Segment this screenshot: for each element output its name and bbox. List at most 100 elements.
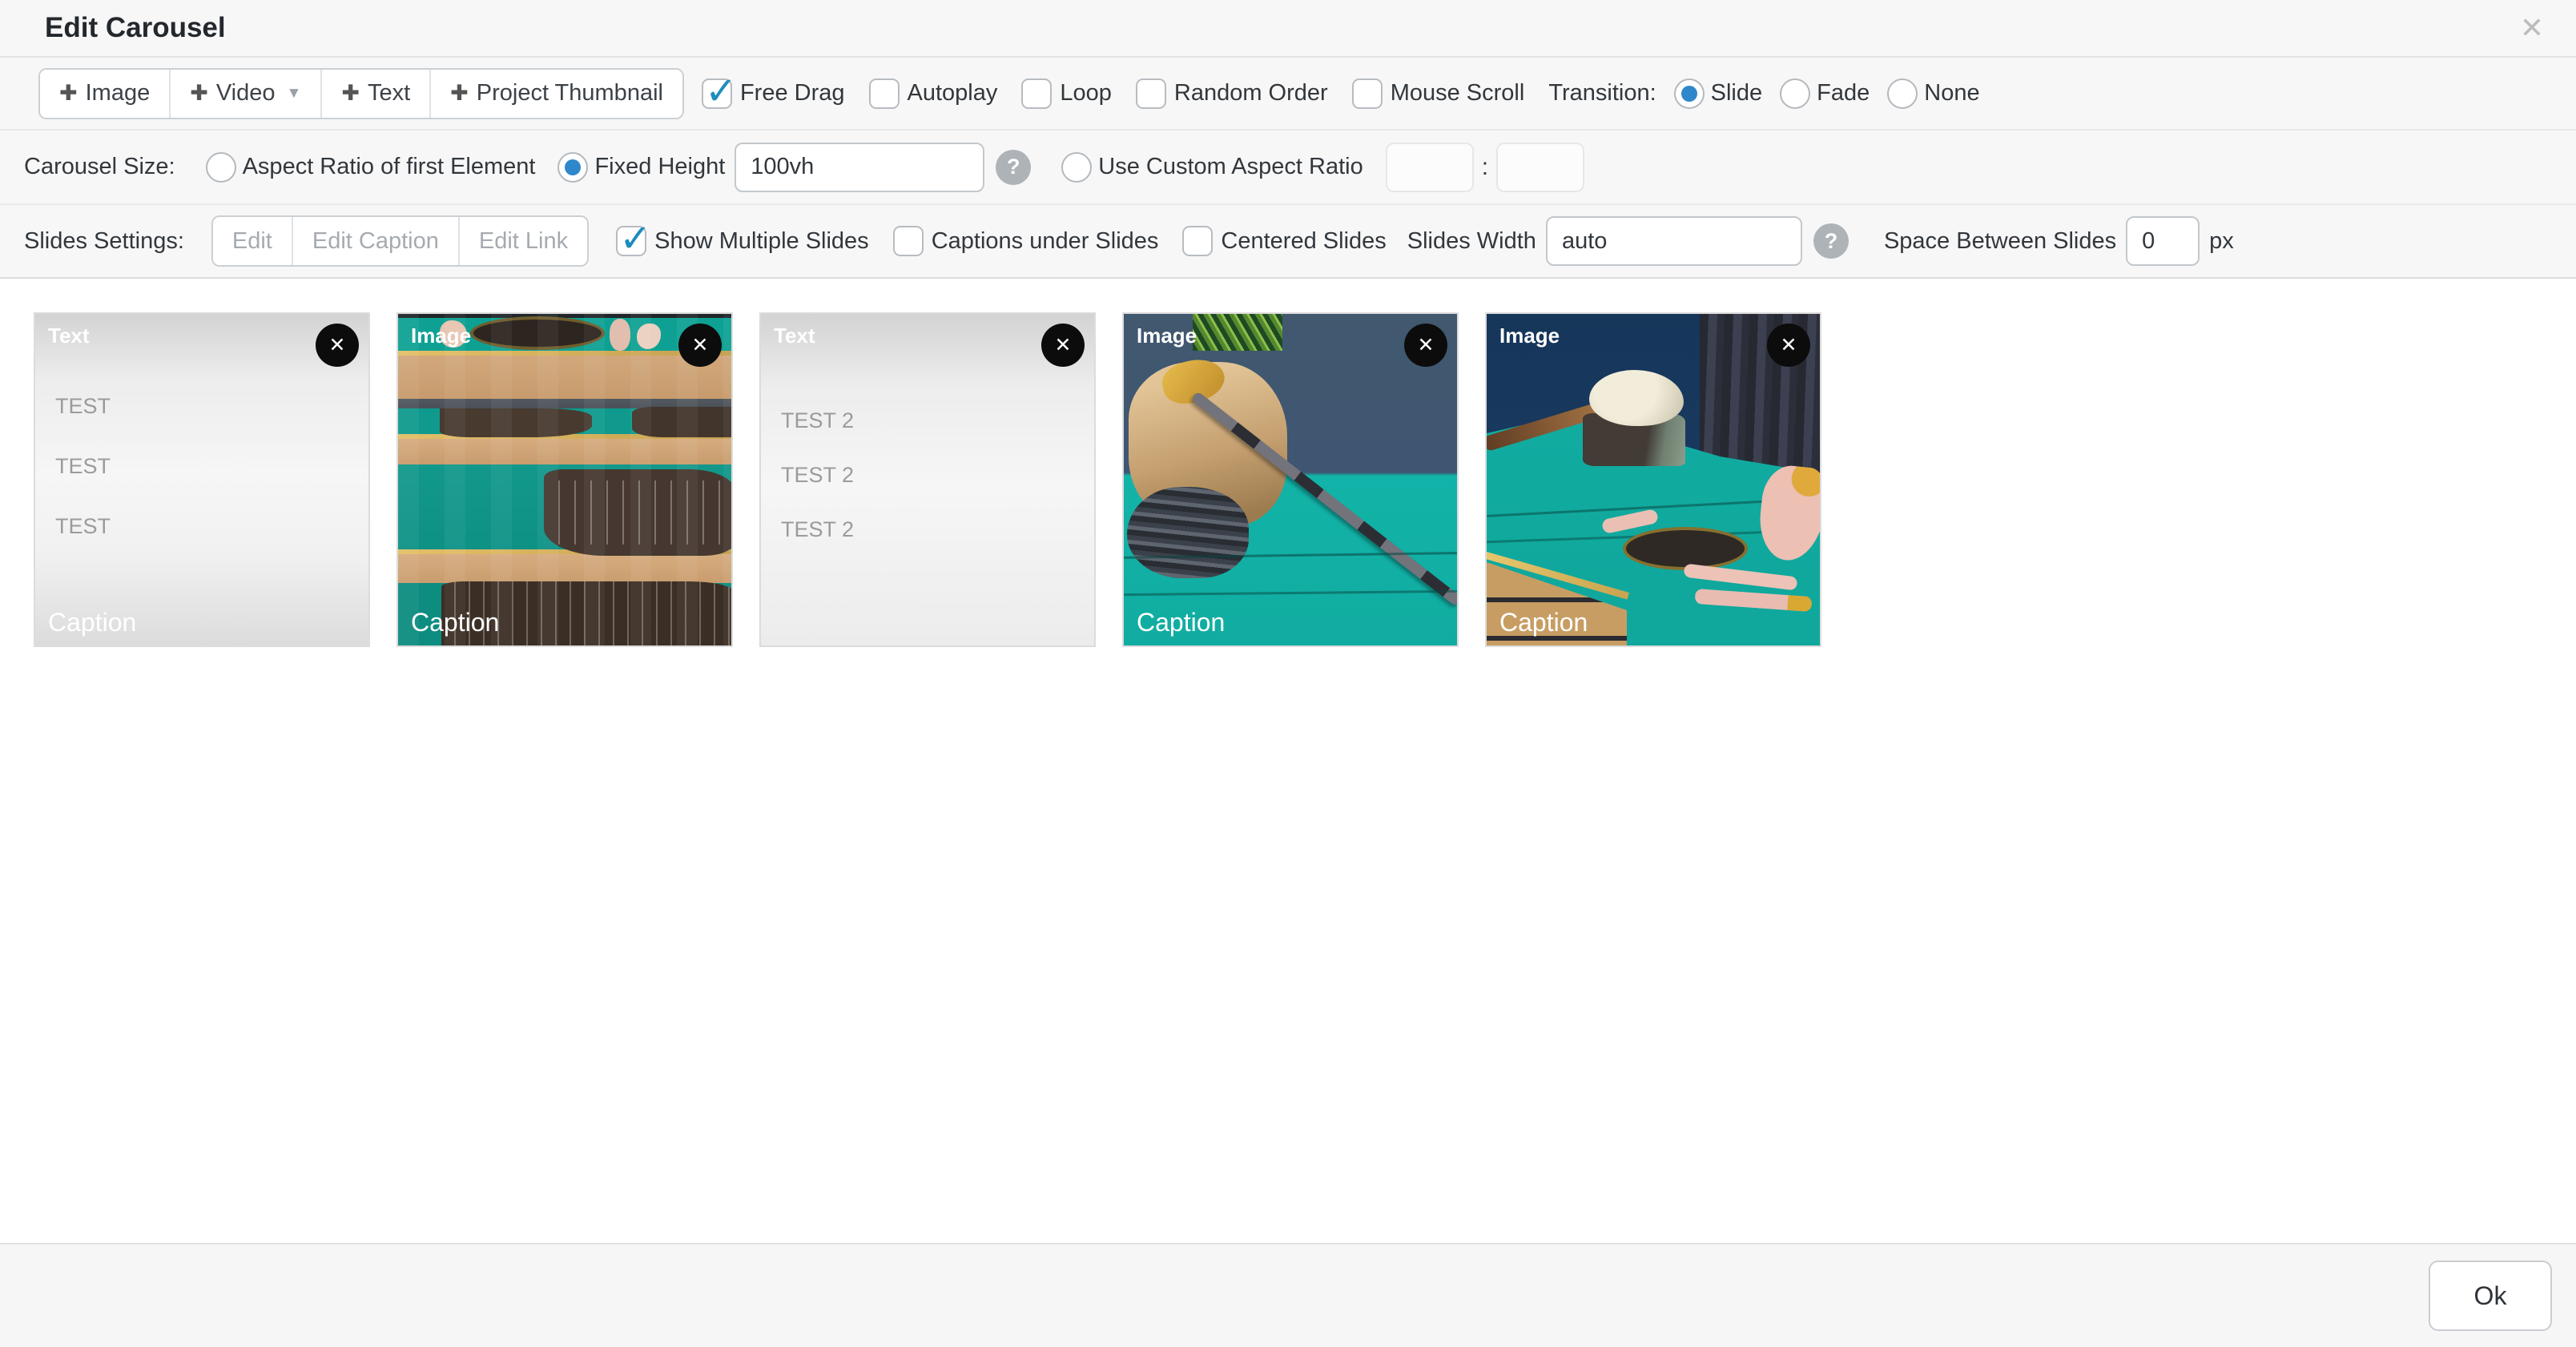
checkbox-free-drag[interactable]: ✓ Free Drag — [702, 78, 845, 109]
checkbox-autoplay[interactable]: Autoplay — [869, 78, 998, 109]
slide-card-text-2[interactable]: Text ✕ TEST 2 TEST 2 TEST 2 — [759, 312, 1096, 647]
radio-circle — [1887, 78, 1918, 109]
help-icon[interactable]: ? — [996, 150, 1031, 185]
photo-shape — [398, 314, 731, 645]
add-text-button[interactable]: ✚ Text — [322, 70, 431, 118]
dialog-title: Edit Carousel — [45, 12, 226, 44]
slide-edit-button-group: Edit Edit Caption Edit Link — [211, 215, 589, 267]
slide-photo-rock-rod — [1124, 314, 1457, 645]
checkbox-show-multiple-slides[interactable]: ✓ Show Multiple Slides — [616, 226, 869, 256]
plus-icon: ✚ — [59, 81, 78, 106]
radio-circle — [206, 152, 236, 183]
add-image-button[interactable]: ✚ Image — [40, 70, 171, 118]
close-icon: ✕ — [1418, 333, 1435, 357]
slides-width-input[interactable] — [1546, 216, 1802, 266]
toolbar-row: ✚ Image ✚ Video ▼ ✚ Text ✚ Project Thumb… — [0, 58, 2576, 131]
help-icon[interactable]: ? — [1813, 223, 1849, 259]
plus-icon: ✚ — [341, 81, 360, 106]
checkbox-centered-slides[interactable]: Centered Slides — [1182, 226, 1386, 256]
slide-text-line: TEST — [55, 514, 111, 539]
radio-transition-fade[interactable]: Fade — [1780, 78, 1870, 109]
remove-slide-button[interactable]: ✕ — [1767, 324, 1810, 367]
checkbox-captions-under-slides[interactable]: Captions under Slides — [893, 226, 1159, 256]
aspect-ratio-height-input[interactable] — [1496, 143, 1584, 192]
dialog-footer: Ok — [0, 1243, 2576, 1347]
checkbox-box: ✓ — [616, 226, 646, 256]
slides-settings-label: Slides Settings: — [24, 228, 184, 255]
slide-photo-table-scene — [1487, 314, 1820, 645]
slides-settings-row: Slides Settings: Edit Edit Caption Edit … — [0, 205, 2576, 279]
radio-fixed-height[interactable]: Fixed Height — [557, 152, 725, 183]
edit-caption-button[interactable]: Edit Caption — [293, 217, 460, 265]
space-between-slides-input[interactable] — [2126, 216, 2200, 266]
slide-card-text-1[interactable]: Text ✕ TEST TEST TEST Caption — [34, 312, 370, 647]
add-project-thumbnail-label: Project Thumbnail — [477, 80, 663, 107]
close-icon: ✕ — [1055, 333, 1072, 357]
remove-slide-button[interactable]: ✕ — [1041, 324, 1085, 367]
checkbox-box — [1021, 78, 1052, 109]
radio-circle — [1061, 152, 1092, 183]
checkbox-box: ✓ — [702, 78, 732, 109]
slide-caption: Caption — [1499, 608, 1588, 637]
slide-card-image-3[interactable]: Image ✕ Caption — [1485, 312, 1821, 647]
radio-transition-slide[interactable]: Slide — [1674, 78, 1763, 109]
checkbox-box — [1136, 78, 1166, 109]
radio-aspect-ratio-first-element[interactable]: Aspect Ratio of first Element — [206, 152, 536, 183]
add-video-button[interactable]: ✚ Video ▼ — [171, 70, 322, 118]
checkbox-mouse-scroll[interactable]: Mouse Scroll — [1352, 78, 1525, 109]
close-icon[interactable]: ✕ — [2515, 13, 2549, 43]
slide-text-line: TEST — [55, 394, 111, 419]
slide-type-label: Image — [1499, 324, 1560, 348]
slide-card-image-2[interactable]: Image ✕ Caption — [1122, 312, 1459, 647]
slide-type-label: Text — [48, 324, 90, 348]
aspect-ratio-width-input[interactable] — [1386, 143, 1474, 192]
ratio-separator: : — [1482, 154, 1488, 181]
edit-link-button[interactable]: Edit Link — [460, 217, 587, 265]
edit-carousel-dialog: Edit Carousel ✕ ✚ Image ✚ Video ▼ ✚ Text… — [0, 0, 2576, 1347]
radio-circle — [557, 152, 588, 183]
fixed-height-input[interactable] — [735, 143, 984, 192]
close-icon: ✕ — [329, 333, 346, 357]
slide-type-label: Image — [1137, 324, 1197, 348]
slide-text-line: TEST 2 — [781, 463, 854, 488]
dialog-header: Edit Carousel ✕ — [0, 0, 2576, 58]
photo-shape — [1623, 527, 1748, 570]
checkbox-loop[interactable]: Loop — [1021, 78, 1112, 109]
slides-width-label: Slides Width — [1407, 228, 1536, 255]
add-project-thumbnail-button[interactable]: ✚ Project Thumbnail — [431, 70, 682, 118]
slide-text-line: TEST 2 — [781, 408, 854, 433]
photo-shape — [1127, 487, 1249, 578]
checkbox-random-order[interactable]: Random Order — [1136, 78, 1328, 109]
photo-shape — [1589, 370, 1684, 426]
remove-slide-button[interactable]: ✕ — [316, 324, 359, 367]
photo-shape — [1193, 314, 1282, 351]
slide-type-label: Image — [411, 324, 471, 348]
slide-text-line: TEST — [55, 454, 111, 479]
close-icon: ✕ — [1781, 333, 1797, 357]
remove-slide-button[interactable]: ✕ — [1404, 324, 1447, 367]
slide-type-label: Text — [774, 324, 815, 348]
ok-button[interactable]: Ok — [2429, 1261, 2552, 1331]
radio-use-custom-aspect-ratio[interactable]: Use Custom Aspect Ratio — [1061, 152, 1362, 183]
slide-text-line: TEST 2 — [781, 517, 854, 542]
space-between-slides-label: Space Between Slides — [1884, 228, 2116, 255]
slide-photo-drawers — [398, 314, 731, 645]
add-text-label: Text — [368, 80, 410, 107]
radio-dot — [565, 159, 581, 175]
radio-dot — [1681, 86, 1697, 102]
edit-slide-button[interactable]: Edit — [213, 217, 293, 265]
radio-transition-none[interactable]: None — [1887, 78, 1979, 109]
close-icon: ✕ — [692, 333, 709, 357]
plus-icon: ✚ — [190, 81, 208, 106]
add-element-button-group: ✚ Image ✚ Video ▼ ✚ Text ✚ Project Thumb… — [38, 68, 684, 119]
slide-caption: Caption — [411, 608, 499, 637]
remove-slide-button[interactable]: ✕ — [678, 324, 722, 367]
checkbox-box — [1182, 226, 1213, 256]
slide-caption: Caption — [1137, 608, 1225, 637]
radio-circle — [1780, 78, 1810, 109]
check-icon: ✓ — [705, 69, 737, 114]
photo-shape — [1124, 590, 1457, 596]
slide-caption: Caption — [48, 608, 136, 637]
slide-card-image-1[interactable]: Image ✕ Caption — [396, 312, 733, 647]
carousel-size-row: Carousel Size: Aspect Ratio of first Ele… — [0, 131, 2576, 205]
